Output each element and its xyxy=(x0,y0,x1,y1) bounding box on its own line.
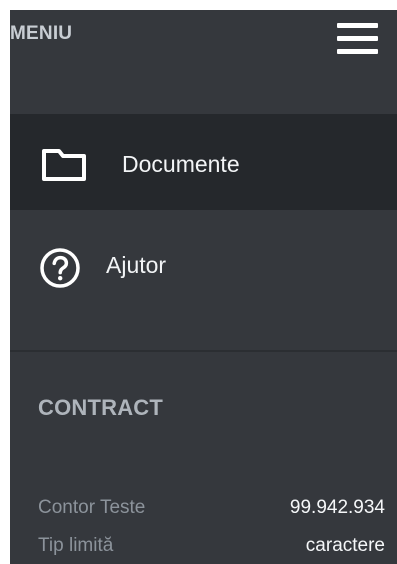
navigation-menu-panel: MENIU Documente Ajutor CONTRACT Contor T… xyxy=(10,10,397,564)
contract-limit-type-label: Tip limită xyxy=(38,535,114,556)
nav-item-documente-label: Documente xyxy=(122,151,240,177)
help-circle-icon xyxy=(40,248,80,288)
nav-item-ajutor-label: Ajutor xyxy=(106,252,167,278)
nav-item-ajutor[interactable]: Ajutor xyxy=(10,218,397,312)
folder-icon xyxy=(42,149,86,181)
contract-counter-label: Contor Teste xyxy=(38,497,146,518)
hamburger-menu-icon[interactable] xyxy=(337,23,378,54)
nav-item-documente[interactable]: Documente xyxy=(10,114,397,210)
contract-counter-value: 99.942.934 xyxy=(289,497,385,518)
contract-section-title: CONTRACT xyxy=(38,395,164,420)
menu-divider xyxy=(10,350,397,352)
hamburger-line-bottom xyxy=(337,49,378,54)
hamburger-line-top xyxy=(337,23,378,28)
contract-info-row: Contor Teste 99.942.934 xyxy=(10,497,397,527)
contract-info-row: Tip limită caractere xyxy=(10,535,397,564)
contract-limit-type-value: caractere xyxy=(305,535,385,556)
hamburger-line-middle xyxy=(337,36,378,41)
menu-title: MENIU xyxy=(10,23,73,44)
menu-header: MENIU xyxy=(10,10,397,70)
